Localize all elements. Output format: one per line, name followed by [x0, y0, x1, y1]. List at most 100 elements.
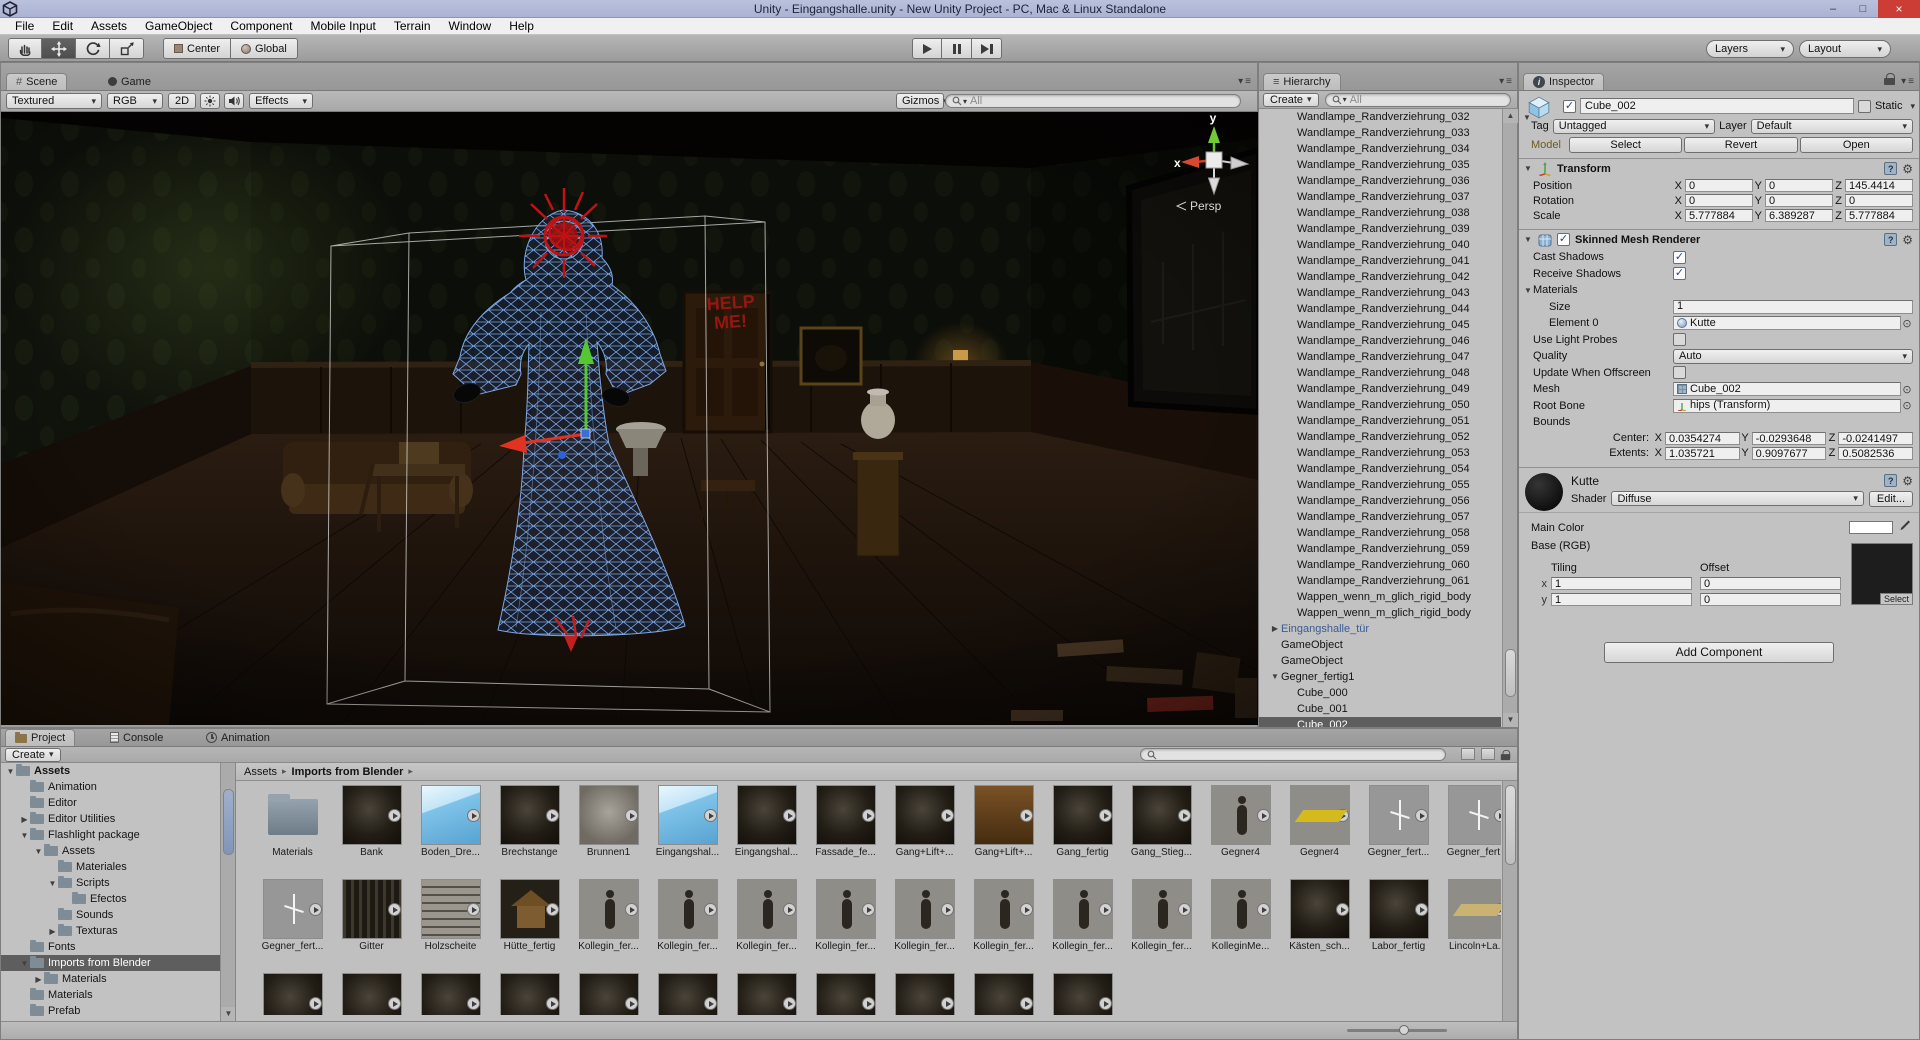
asset-item[interactable]: Kollegin_fer... [1043, 875, 1122, 969]
add-component-button[interactable]: Add Component [1604, 642, 1834, 663]
maximize-button[interactable]: □ [1848, 0, 1878, 18]
tree-item[interactable]: Materials [1, 987, 220, 1003]
expand-arrow-icon[interactable] [467, 809, 480, 822]
hierarchy-item[interactable]: Wandlampe_Randverziehrung_042 [1259, 269, 1501, 285]
asset-item[interactable] [648, 969, 727, 1015]
expand-arrow-icon[interactable] [546, 997, 559, 1010]
breadcrumb-root[interactable]: Assets [244, 766, 277, 778]
light-probes-checkbox[interactable] [1673, 333, 1686, 346]
layout-dropdown[interactable]: Layout ▾ [1799, 40, 1891, 58]
asset-item[interactable] [411, 969, 490, 1015]
asset-item[interactable]: Gang+Lift+... [964, 781, 1043, 875]
asset-item[interactable] [253, 969, 332, 1015]
hierarchy-item[interactable]: Wandlampe_Randverziehrung_051 [1259, 413, 1501, 429]
hierarchy-item[interactable]: Wandlampe_Randverziehrung_052 [1259, 429, 1501, 445]
menu-edit[interactable]: Edit [43, 18, 82, 35]
skinned-mesh-renderer-header[interactable]: ▼ ✓ Skinned Mesh Renderer ? ⚙ [1519, 230, 1919, 249]
expand-arrow-icon[interactable] [1336, 903, 1349, 916]
thumbnail-zoom-slider[interactable] [1347, 1029, 1447, 1032]
expand-arrow-icon[interactable] [467, 997, 480, 1010]
transform-y-field[interactable]: 0 [1765, 179, 1833, 192]
asset-item[interactable]: Kästen_sch... [1280, 875, 1359, 969]
expand-arrow-icon[interactable] [625, 903, 638, 916]
scrollbar-thumb[interactable] [1505, 649, 1516, 697]
project-search-input[interactable] [1140, 748, 1446, 761]
hierarchy-item[interactable]: Wandlampe_Randverziehrung_038 [1259, 205, 1501, 221]
bounds-y-field[interactable]: -0.0293648 [1752, 432, 1827, 445]
tree-item[interactable]: Fonts [1, 939, 220, 955]
expand-arrow-icon[interactable] [1336, 809, 1349, 822]
hierarchy-item[interactable]: Cube_002 [1259, 717, 1501, 727]
asset-item[interactable] [1043, 969, 1122, 1015]
expand-arrow-icon[interactable] [1178, 809, 1191, 822]
material-preview-sphere[interactable] [1525, 473, 1563, 511]
minimize-button[interactable]: – [1818, 0, 1848, 18]
asset-item[interactable] [332, 969, 411, 1015]
tab-project[interactable]: Project [5, 729, 75, 746]
scrollbar-thumb[interactable] [223, 789, 234, 855]
shader-edit-button[interactable]: Edit... [1869, 491, 1913, 507]
preview-foldout-icon[interactable]: ▼ [1523, 113, 1531, 122]
hierarchy-item[interactable]: Wandlampe_Randverziehrung_033 [1259, 125, 1501, 141]
2d-toggle-button[interactable]: 2D [168, 93, 196, 109]
search-by-label-icon[interactable] [1481, 748, 1495, 760]
hierarchy-item[interactable]: Wandlampe_Randverziehrung_036 [1259, 173, 1501, 189]
expand-arrow-icon[interactable] [1178, 903, 1191, 916]
scene-viewport[interactable]: HELP ME! [1, 112, 1259, 725]
static-checkbox[interactable] [1858, 100, 1871, 113]
foldout-icon[interactable]: ▼ [1523, 164, 1533, 173]
expand-arrow-icon[interactable] [1020, 997, 1033, 1010]
expand-arrow-icon[interactable] [1099, 809, 1112, 822]
expand-arrow-icon[interactable] [625, 997, 638, 1010]
scroll-down-icon[interactable]: ▼ [221, 1007, 236, 1021]
scrollbar-thumb[interactable] [1505, 785, 1516, 865]
step-button[interactable] [972, 38, 1002, 59]
receive-shadows-checkbox[interactable]: ✓ [1673, 267, 1686, 280]
asset-item[interactable] [490, 969, 569, 1015]
panel-menu-icon[interactable]: ▾≡ [1499, 77, 1512, 87]
panel-menu-icon[interactable]: ▾≡ [1238, 77, 1251, 87]
menu-terrain[interactable]: Terrain [385, 18, 440, 35]
expand-arrow-icon[interactable] [1257, 809, 1270, 822]
tab-animation[interactable]: Animation [197, 729, 279, 746]
asset-item[interactable] [885, 969, 964, 1015]
lighting-toggle-button[interactable] [200, 93, 220, 109]
transform-z-field[interactable]: 5.777884 [1845, 209, 1913, 222]
asset-item[interactable]: Kollegin_fer... [885, 875, 964, 969]
hierarchy-item[interactable]: Wandlampe_Randverziehrung_045 [1259, 317, 1501, 333]
materials-foldout-icon[interactable]: ▼ [1523, 286, 1533, 295]
effects-dropdown[interactable]: Effects ▾ [249, 93, 313, 109]
slider-knob[interactable] [1399, 1025, 1409, 1035]
expand-arrow-icon[interactable] [388, 903, 401, 916]
hierarchy-item[interactable]: ▼Gegner_fertig1 [1259, 669, 1501, 685]
cast-shadows-checkbox[interactable]: ✓ [1673, 251, 1686, 264]
asset-item[interactable]: Eingangshal... [727, 781, 806, 875]
panel-menu-icon[interactable]: ▾≡ [1901, 77, 1914, 87]
transform-y-field[interactable]: 0 [1765, 194, 1833, 207]
asset-item[interactable]: Kollegin_fer... [1122, 875, 1201, 969]
asset-item[interactable]: Gegner_fert... [1359, 781, 1438, 875]
tree-item[interactable]: ▼Flashlight package [1, 827, 220, 843]
expand-arrow-icon[interactable] [941, 997, 954, 1010]
asset-item[interactable]: Gang+Lift+... [885, 781, 964, 875]
expand-arrow-icon[interactable] [1020, 903, 1033, 916]
hierarchy-item[interactable]: Wandlampe_Randverziehrung_037 [1259, 189, 1501, 205]
asset-item[interactable]: Bank [332, 781, 411, 875]
menu-mobile-input[interactable]: Mobile Input [301, 18, 384, 35]
pivot-toggle-button[interactable]: Center [163, 38, 231, 59]
expand-arrow-icon[interactable] [1494, 809, 1502, 822]
foldout-icon[interactable]: ▶ [1269, 621, 1281, 637]
tab-hierarchy[interactable]: ≡ Hierarchy [1263, 73, 1341, 90]
size-field[interactable]: 1 [1673, 300, 1913, 314]
scroll-down-icon[interactable]: ▼ [1503, 713, 1518, 727]
foldout-icon[interactable]: ▶ [33, 975, 44, 984]
texture-select-button[interactable]: Select [1880, 593, 1913, 605]
hierarchy-item[interactable]: Wandlampe_Randverziehrung_041 [1259, 253, 1501, 269]
asset-item[interactable]: Gegner4 [1201, 781, 1280, 875]
rotate-tool-button[interactable] [76, 38, 110, 59]
tree-item[interactable]: Prefab [1, 1003, 220, 1019]
active-checkbox[interactable]: ✓ [1563, 100, 1576, 113]
close-button[interactable]: × [1878, 0, 1920, 18]
transform-x-field[interactable]: 0 [1685, 179, 1753, 192]
foldout-icon[interactable]: ▼ [19, 959, 30, 968]
